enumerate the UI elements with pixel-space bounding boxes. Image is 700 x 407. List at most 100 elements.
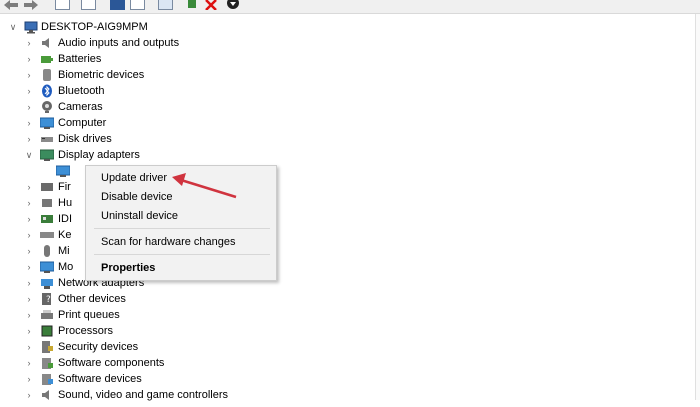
- tree-item-label: Mo: [58, 261, 74, 273]
- chevron-right-icon[interactable]: ›: [24, 179, 34, 195]
- chevron-right-icon[interactable]: ›: [24, 275, 34, 291]
- chevron-right-icon[interactable]: ›: [24, 99, 34, 115]
- tree-item-label: IDI: [58, 213, 73, 225]
- forward-icon[interactable]: [24, 0, 38, 10]
- computer-icon: [24, 20, 38, 34]
- chevron-right-icon[interactable]: ›: [24, 323, 34, 339]
- tree-item-label: Security devices: [58, 341, 139, 353]
- tree-item-label: Other devices: [58, 293, 126, 305]
- tree-item-label: Processors: [58, 325, 114, 337]
- hid-icon: [40, 196, 54, 210]
- tree-item-display-adapters[interactable]: ∨ Display adapters: [0, 147, 300, 163]
- tree-item-software-components[interactable]: › Software components: [0, 355, 300, 371]
- network-icon: [40, 276, 54, 290]
- computer-icon: [39, 116, 55, 130]
- chevron-right-icon[interactable]: ›: [24, 259, 34, 275]
- back-icon[interactable]: [4, 0, 18, 10]
- tree-item-disk-drives[interactable]: › Disk drives: [0, 131, 300, 147]
- tree-item-label: Display adapters: [58, 149, 140, 161]
- tree-item-label: Software components: [58, 357, 165, 369]
- chevron-right-icon[interactable]: ›: [24, 387, 34, 403]
- menu-item-disable-device[interactable]: Disable device: [101, 188, 173, 206]
- refresh-icon[interactable]: [81, 0, 96, 10]
- tree-item-bluetooth[interactable]: › Bluetooth: [0, 83, 300, 99]
- update-driver-icon[interactable]: [186, 0, 198, 10]
- tree-item-audio[interactable]: › Audio inputs and outputs: [0, 35, 300, 51]
- menu-item-uninstall-device[interactable]: Uninstall device: [101, 207, 178, 225]
- chevron-right-icon[interactable]: ›: [24, 307, 34, 323]
- tree-item-print-queues[interactable]: › Print queues: [0, 307, 300, 323]
- chevron-right-icon[interactable]: ›: [24, 83, 34, 99]
- ide-controller-icon: [40, 212, 54, 226]
- processor-icon: [40, 324, 54, 338]
- mouse-icon: [40, 244, 54, 258]
- chevron-right-icon[interactable]: ›: [24, 291, 34, 307]
- menu-item-scan-hardware[interactable]: Scan for hardware changes: [101, 233, 236, 251]
- menu-separator: [94, 254, 270, 255]
- bluetooth-icon: [40, 84, 54, 98]
- display-adapter-icon: [39, 148, 55, 162]
- security-icon: [40, 340, 54, 354]
- menu-item-properties[interactable]: Properties: [101, 259, 155, 277]
- chevron-right-icon[interactable]: ›: [24, 355, 34, 371]
- tree-root[interactable]: ∨ DESKTOP-AIG9MPM: [0, 19, 300, 35]
- chevron-right-icon[interactable]: ›: [24, 243, 34, 259]
- tree-item-computer[interactable]: › Computer: [0, 115, 300, 131]
- tree-item-label: Computer: [58, 117, 107, 129]
- firmware-icon: [40, 180, 54, 194]
- svg-text:?: ?: [46, 295, 51, 305]
- other-devices-icon: ?: [40, 292, 54, 306]
- camera-icon: [40, 100, 54, 114]
- chevron-right-icon[interactable]: ›: [24, 339, 34, 355]
- tree-item-label: Sound, video and game controllers: [58, 389, 228, 401]
- download-icon[interactable]: [227, 0, 239, 10]
- tree-item-label: Mi: [58, 245, 70, 257]
- tree-item-label: Ke: [58, 229, 72, 241]
- context-menu: Update driver Disable device Uninstall d…: [85, 165, 277, 281]
- tree-item-software-devices[interactable]: › Software devices: [0, 371, 300, 387]
- tree-item-sound[interactable]: › Sound, video and game controllers: [0, 387, 300, 403]
- monitor-icon[interactable]: [158, 0, 173, 10]
- tree-item-security[interactable]: › Security devices: [0, 339, 300, 355]
- tree-item-biometric[interactable]: › Biometric devices: [0, 67, 300, 83]
- tree-item-processors[interactable]: › Processors: [0, 323, 300, 339]
- chevron-right-icon[interactable]: ›: [24, 67, 34, 83]
- display-adapter-child-icon: [55, 164, 71, 178]
- printer-icon: [40, 308, 54, 322]
- speaker-icon: [40, 36, 54, 50]
- chevron-down-icon[interactable]: ∨: [8, 19, 18, 35]
- tree-item-label: Bluetooth: [58, 85, 105, 97]
- tree-item-label: Disk drives: [58, 133, 112, 145]
- menu-item-update-driver[interactable]: Update driver: [101, 169, 167, 187]
- tree-item-label: Batteries: [58, 53, 102, 65]
- tree-item-label: Audio inputs and outputs: [58, 37, 180, 49]
- chevron-right-icon[interactable]: ›: [24, 115, 34, 131]
- monitor-icon: [39, 260, 55, 274]
- chevron-right-icon[interactable]: ›: [24, 51, 34, 67]
- disk-drive-icon: [40, 132, 54, 146]
- vertical-scrollbar[interactable]: [695, 14, 700, 400]
- software-device-icon: [40, 372, 54, 386]
- chevron-right-icon[interactable]: ›: [24, 131, 34, 147]
- tree-item-other-devices[interactable]: › ? Other devices: [0, 291, 300, 307]
- tree-item-cameras[interactable]: › Cameras: [0, 99, 300, 115]
- uninstall-icon[interactable]: [205, 0, 217, 10]
- tree-item-label: Biometric devices: [58, 69, 145, 81]
- properties-icon[interactable]: [55, 0, 70, 10]
- chevron-right-icon[interactable]: ›: [24, 211, 34, 227]
- toolbar: [0, 0, 700, 14]
- chevron-right-icon[interactable]: ›: [24, 371, 34, 387]
- chevron-right-icon[interactable]: ›: [24, 227, 34, 243]
- chevron-right-icon[interactable]: ›: [24, 195, 34, 211]
- tree-root-label: DESKTOP-AIG9MPM: [41, 21, 148, 33]
- tree-item-label: Print queues: [58, 309, 120, 321]
- chevron-right-icon[interactable]: ›: [24, 35, 34, 51]
- keyboard-icon: [40, 228, 54, 242]
- tree-item-label: Hu: [58, 197, 73, 209]
- chevron-down-icon[interactable]: ∨: [24, 147, 34, 163]
- tree-item-label: Fir: [58, 181, 71, 193]
- help-icon[interactable]: [110, 0, 125, 10]
- tree-item-label: Software devices: [58, 373, 142, 385]
- tree-item-batteries[interactable]: › Batteries: [0, 51, 300, 67]
- update-driver-icon[interactable]: [130, 0, 145, 10]
